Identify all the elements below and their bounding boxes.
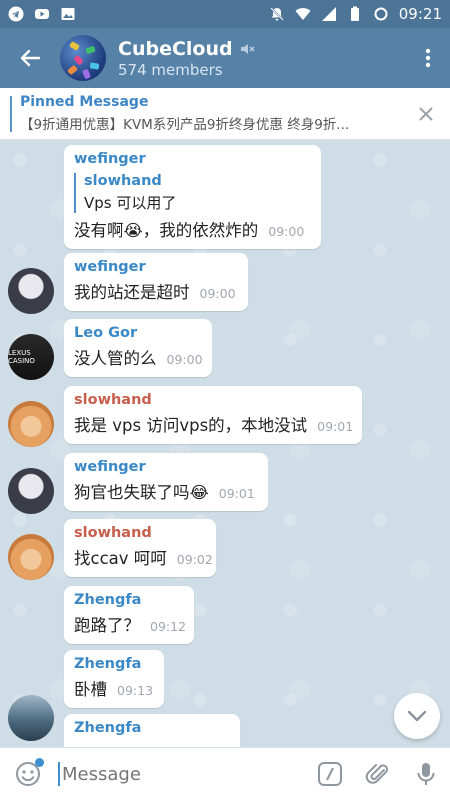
message-text: 狗官也失联了吗😂 — [74, 483, 209, 502]
reply-quote[interactable]: slowhand Vps 可以用了 — [74, 173, 311, 213]
message-text-row: 没人管的么 09:00 — [74, 345, 203, 369]
pinned-title: Pinned Message — [20, 94, 149, 110]
message-time: 09:00 — [199, 286, 236, 301]
pinned-body: 【9折通用优惠】KVM系列产品9折终身优惠 终身9折... — [20, 117, 350, 133]
message-bubble[interactable]: wefinger 我的站还是超时 09:00 — [64, 253, 248, 311]
message-time: 09:02 — [176, 552, 213, 567]
close-icon — [419, 107, 433, 121]
wifi-icon — [295, 8, 311, 20]
status-bar: 09:21 — [0, 0, 450, 28]
avatar-text: LEXUS CASINO — [8, 349, 35, 365]
slash-command-icon — [318, 762, 342, 786]
chat-area[interactable]: wefinger slowhand Vps 可以用了 没有啊😭，我的依然炸的 09… — [0, 140, 450, 747]
message-sender: wefinger — [74, 259, 146, 275]
message-bubble[interactable]: slowhand 我是 vps 访问vps的，本地没试 09:01 — [64, 386, 362, 444]
avatar[interactable] — [8, 534, 54, 580]
bot-command-button[interactable] — [306, 748, 354, 800]
message-text: 没人管的么 — [74, 349, 157, 368]
message-time: 09:12 — [150, 619, 187, 634]
reply-text: Vps 可以用了 — [84, 194, 177, 212]
message-text-row: 跑路了？ 09:12 — [74, 612, 187, 636]
message-bubble[interactable]: wefinger 狗官也失联了吗😂 09:01 — [64, 453, 268, 511]
message-text: 卧槽 — [74, 680, 107, 699]
pinned-close-button[interactable] — [414, 102, 438, 126]
message-text-row: 我是 vps 访问vps的，本地没试 09:01 — [74, 412, 354, 436]
more-menu-button[interactable] — [406, 28, 450, 88]
message-sender: slowhand — [74, 525, 152, 541]
group-avatar[interactable] — [60, 35, 106, 81]
image-icon — [61, 8, 75, 20]
message-bubble[interactable]: Zhengfa — [64, 714, 240, 747]
pinned-accent-bar — [10, 96, 12, 132]
message-text-row: 找ccav 呵呵 09:02 — [74, 545, 213, 569]
message-sender: Leo Gor — [74, 325, 138, 341]
message-bubble[interactable]: Zhengfa 卧槽 09:13 — [64, 650, 164, 708]
message-time: 09:00 — [166, 352, 203, 367]
sync-icon — [374, 7, 388, 21]
more-vertical-icon — [425, 48, 431, 68]
youtube-icon — [35, 9, 49, 19]
attach-button[interactable] — [354, 748, 402, 800]
reply-sender: slowhand — [84, 173, 162, 189]
chevron-down-icon — [407, 710, 427, 722]
message-text: 没有啊😭，我的依然炸的 — [74, 221, 259, 240]
avatar[interactable] — [8, 268, 54, 314]
message-text: 跑路了？ — [74, 616, 140, 635]
message-sender: Zhengfa — [74, 592, 142, 608]
message-time: 09:13 — [117, 683, 154, 698]
scroll-down-button[interactable] — [394, 693, 440, 739]
avatar[interactable] — [8, 695, 54, 741]
telegram-icon — [8, 6, 24, 22]
message-time: 09:00 — [268, 224, 305, 239]
message-text-row: 狗官也失联了吗😂 09:01 — [74, 479, 258, 503]
message-sender: Zhengfa — [74, 720, 142, 736]
muted-speaker-icon — [240, 43, 255, 54]
avatar[interactable]: LEXUS CASINO — [8, 334, 54, 380]
text-cursor — [58, 762, 60, 786]
voice-button[interactable] — [402, 748, 450, 800]
message-text-row: 卧槽 09:13 — [74, 676, 154, 700]
avatar[interactable] — [8, 401, 54, 447]
message-text: 我是 vps 访问vps的，本地没试 — [74, 416, 308, 435]
message-bubble[interactable]: slowhand 找ccav 呵呵 09:02 — [64, 519, 216, 577]
message-bubble[interactable]: wefinger slowhand Vps 可以用了 没有啊😭，我的依然炸的 09… — [64, 145, 321, 249]
message-sender: wefinger — [74, 459, 146, 475]
back-arrow-icon — [20, 49, 41, 67]
back-button[interactable] — [0, 28, 60, 88]
message-sender: Zhengfa — [74, 656, 142, 672]
message-input[interactable] — [62, 763, 292, 785]
mute-bell-icon — [270, 7, 284, 21]
message-text-row: 我的站还是超时 09:00 — [74, 279, 238, 303]
members-count: 574 members — [118, 60, 223, 79]
signal-icon — [321, 7, 336, 21]
message-input-bar — [0, 747, 450, 800]
pinned-message[interactable]: Pinned Message 【9折通用优惠】KVM系列产品9折终身优惠 终身9… — [0, 88, 450, 140]
battery-icon — [350, 6, 359, 21]
message-bubble[interactable]: Leo Gor 没人管的么 09:00 — [64, 319, 212, 377]
notification-dot — [35, 757, 44, 767]
emoji-button[interactable] — [0, 748, 56, 800]
chat-header: CubeCloud 574 members — [0, 28, 450, 88]
message-time: 09:01 — [218, 486, 255, 501]
clock: 09:21 — [398, 5, 442, 23]
avatar[interactable] — [8, 468, 54, 514]
message-sender: wefinger — [74, 151, 146, 167]
message-text: 我的站还是超时 — [74, 283, 190, 302]
message-sender: slowhand — [74, 392, 152, 408]
paperclip-icon — [365, 764, 389, 784]
message-text: 找ccav 呵呵 — [74, 549, 167, 568]
chat-title-block[interactable]: CubeCloud 574 members — [118, 38, 255, 79]
message-text-row: 没有啊😭，我的依然炸的 09:00 — [74, 217, 311, 241]
microphone-icon — [417, 763, 435, 785]
chat-title: CubeCloud — [118, 37, 233, 60]
message-bubble[interactable]: Zhengfa 跑路了？ 09:12 — [64, 586, 194, 644]
message-time: 09:01 — [317, 419, 354, 434]
